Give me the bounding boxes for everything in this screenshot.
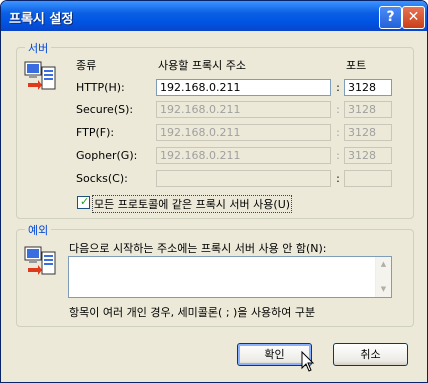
window-title: 프록시 설정 (9, 12, 74, 27)
help-button[interactable]: ? (379, 6, 402, 29)
column-header-type: 종류 (76, 59, 97, 72)
ftp-label: FTP(F): (76, 126, 115, 139)
secure-port-input[interactable]: 3128 (344, 101, 392, 118)
exceptions-group-label: 예외 (25, 222, 52, 238)
gopher-address-input[interactable]: 192.168.0.211 (156, 147, 331, 164)
exceptions-hint: 항목이 여러 개인 경우, 세미콜론( ; )을 사용하여 구분 (69, 306, 316, 319)
column-header-address: 사용할 프록시 주소 (158, 59, 246, 72)
http-colon: : (336, 81, 340, 94)
title-bar[interactable]: 프록시 설정 ? ✕ (1, 1, 427, 31)
gopher-port-input[interactable]: 3128 (344, 147, 392, 164)
socks-address-input[interactable] (156, 170, 331, 187)
socks-port-input[interactable] (344, 170, 392, 187)
secure-address-input[interactable]: 192.168.0.211 (156, 101, 331, 118)
ftp-colon: : (336, 126, 340, 139)
column-header-port: 포트 (346, 59, 367, 72)
socks-colon: : (336, 172, 340, 185)
scroll-down-icon[interactable]: ▼ (377, 283, 390, 296)
same-proxy-checkbox[interactable]: ✓ (77, 195, 90, 209)
scroll-up-icon[interactable]: ▲ (377, 258, 390, 271)
exceptions-textarea[interactable]: ▲ ▼ (68, 256, 392, 298)
exceptions-scrollbar[interactable]: ▲ ▼ (375, 257, 391, 297)
network-computer-icon (24, 61, 56, 90)
checkmark-icon: ✓ (80, 195, 90, 208)
gopher-colon: : (336, 149, 340, 162)
ftp-address-input[interactable]: 192.168.0.211 (156, 124, 331, 141)
exceptions-document-icon (24, 246, 56, 275)
gopher-label: Gopher(G): (76, 149, 138, 162)
same-proxy-label[interactable]: 모든 프로토콜에 같은 프록시 서버 사용(U) (92, 195, 293, 213)
secure-colon: : (336, 103, 340, 116)
secure-label: Secure(S): (76, 103, 134, 116)
proxy-settings-dialog: 프록시 설정 ? ✕ 서버 종류 사용할 프록시 주소 포트 HTTP(H): … (0, 0, 428, 383)
http-label: HTTP(H): (76, 81, 125, 94)
socks-label: Socks(C): (76, 172, 128, 185)
http-port-input[interactable]: 3128 (344, 79, 392, 96)
http-address-input[interactable]: 192.168.0.211 (156, 79, 331, 96)
mouse-cursor-icon (301, 351, 315, 372)
close-button[interactable]: ✕ (402, 6, 425, 29)
servers-group-label: 서버 (25, 40, 52, 56)
cancel-button[interactable]: 취소 (333, 343, 408, 366)
ftp-port-input[interactable]: 3128 (344, 124, 392, 141)
exceptions-label: 다음으로 시작하는 주소에는 프록시 서버 사용 안 함(N): (69, 242, 327, 255)
